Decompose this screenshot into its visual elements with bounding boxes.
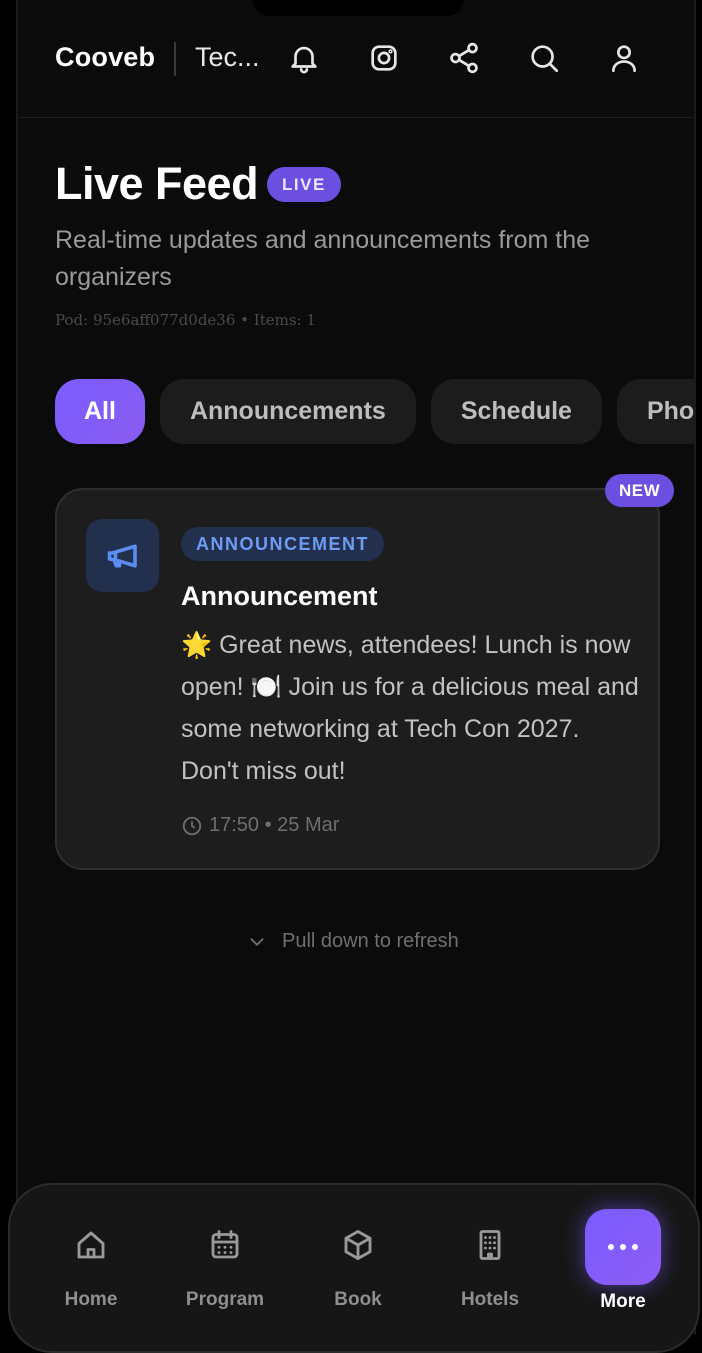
nav-home[interactable]: Home	[36, 1227, 146, 1317]
feed-card[interactable]: ANNOUNCEMENT Announcement 🌟 Great news, …	[55, 488, 660, 870]
brand-divider	[174, 42, 176, 76]
more-button[interactable]	[585, 1209, 661, 1285]
filter-tabs: All Announcements Schedule Pho	[55, 379, 694, 444]
event-name[interactable]: Tec...	[195, 42, 275, 73]
card-time-text: 17:50 • 25 Mar	[209, 814, 340, 836]
chevron-down-icon	[250, 937, 264, 946]
page-title: Live Feed	[55, 158, 259, 209]
building-icon	[479, 1230, 501, 1260]
instagram-icon[interactable]	[366, 40, 402, 76]
user-icon[interactable]	[606, 40, 642, 76]
card-title: Announcement	[181, 581, 378, 611]
share-icon[interactable]	[446, 40, 482, 76]
bell-icon[interactable]	[286, 40, 322, 76]
filter-photos[interactable]: Pho	[616, 379, 694, 444]
nav-book-label: Book	[334, 1289, 382, 1310]
pull-to-refresh: Pull down to refresh	[246, 930, 459, 953]
box-icon	[344, 1230, 372, 1260]
pod-meta: Pod: 95e6aff077d0de36 • Items: 1	[55, 311, 316, 329]
bottom-nav: Home Program Book Hotels More	[8, 1183, 700, 1353]
home-icon	[77, 1231, 105, 1259]
clock-icon	[182, 816, 202, 835]
top-header: Cooveb Tec...	[18, 0, 694, 118]
brand-logo[interactable]: Cooveb	[55, 42, 155, 73]
app-screen: Cooveb Tec... Live Feed LIVE Real-time u…	[16, 0, 696, 1334]
nav-home-label: Home	[64, 1289, 118, 1310]
refresh-hint: Pull down to refresh	[282, 930, 459, 952]
card-timestamp: 17:50 • 25 Mar	[181, 814, 339, 837]
page-subtitle: Real-time updates and announcements from…	[55, 226, 591, 291]
card-body: 🌟 Great news, attendees! Lunch is now op…	[181, 631, 639, 785]
calendar-icon	[211, 1230, 239, 1259]
filter-schedule[interactable]: Schedule	[430, 379, 602, 444]
search-icon[interactable]	[526, 40, 562, 76]
nav-program[interactable]: Program	[170, 1227, 280, 1317]
card-category-tag: ANNOUNCEMENT	[181, 527, 384, 561]
nav-program-label: Program	[185, 1289, 265, 1310]
filter-announcements[interactable]: Announcements	[159, 379, 416, 444]
live-badge: LIVE	[267, 167, 341, 202]
more-dots-icon	[608, 1244, 614, 1250]
megaphone-icon	[86, 519, 159, 592]
nav-more-label[interactable]: More	[585, 1291, 661, 1313]
nav-hotels-label: Hotels	[460, 1289, 520, 1310]
filter-all[interactable]: All	[55, 379, 145, 444]
new-badge: NEW	[605, 474, 675, 507]
nav-book[interactable]: Book	[303, 1227, 413, 1317]
nav-hotels[interactable]: Hotels	[435, 1227, 545, 1317]
